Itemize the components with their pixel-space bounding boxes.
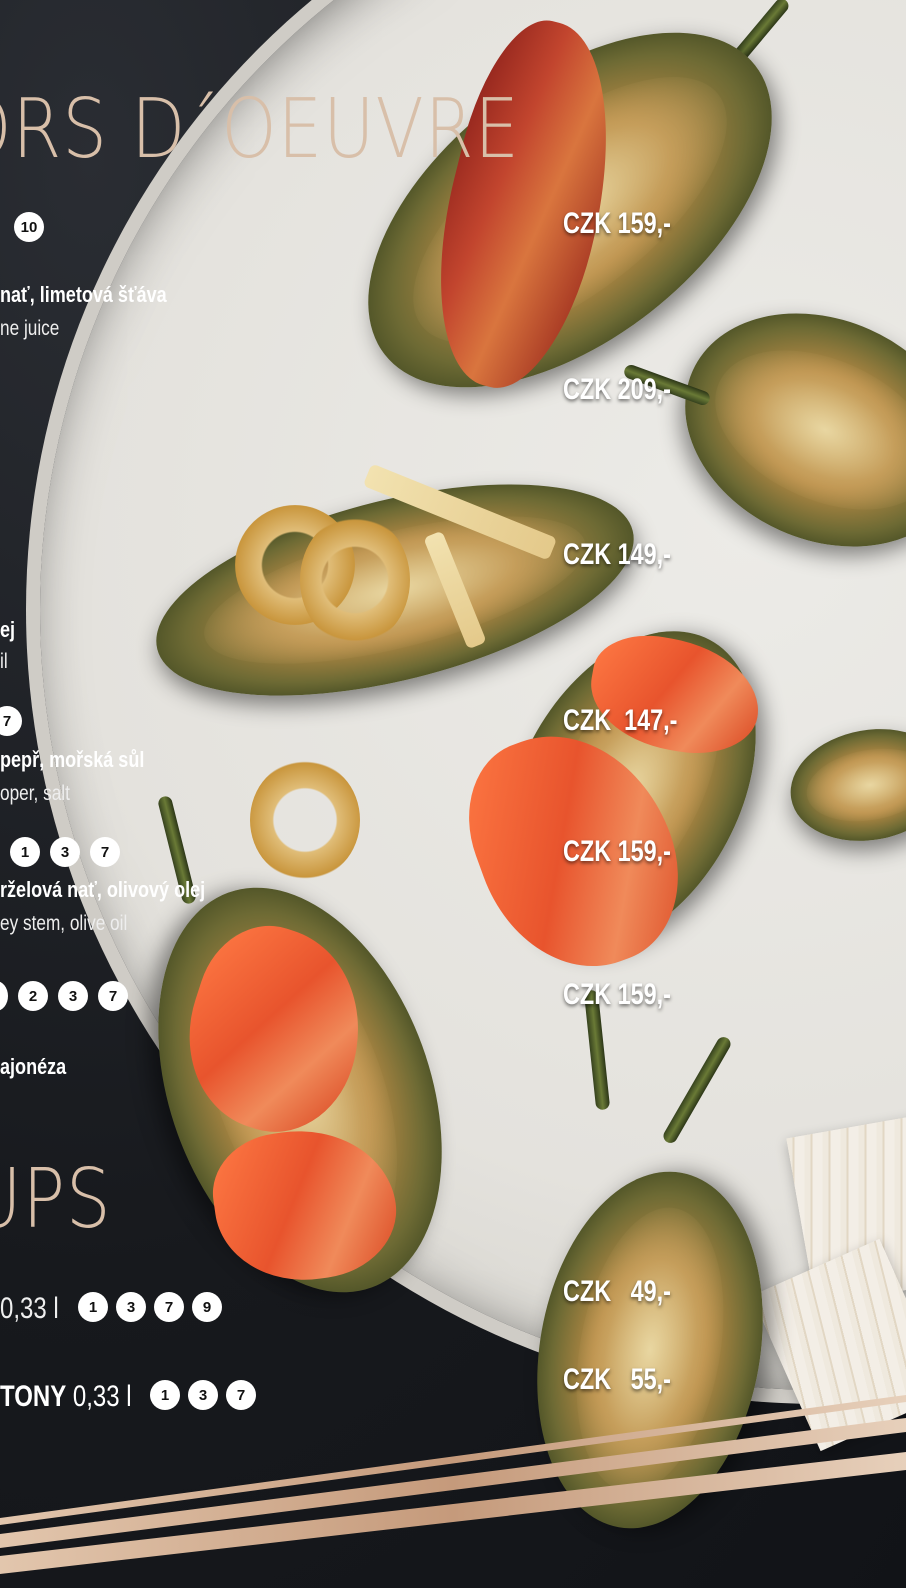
allergen-badge: 10 [14,212,44,242]
allergen-badge: 7 [226,1380,256,1410]
allergen-badges: 10 [14,212,44,242]
allergen-badges: 1 3 7 9 [78,1292,222,1322]
section-title-hors-doeuvre: ORS D´OEUVRE [0,82,520,177]
soup-name-text: TONY [0,1380,67,1413]
price-label: CZK 159,- [563,978,671,1011]
allergen-badge: 7 [0,706,22,736]
allergen-badge: 7 [154,1292,184,1322]
price-label: CZK 147,- [563,704,678,737]
item-description-cz: rželová nať, olivový olej [0,877,206,902]
price-label: CZK 149,- [563,538,671,571]
soup-size-value: 0,33 l [0,1292,59,1325]
item-description-cz: ajonéza [0,1054,67,1079]
price-label: CZK 159,- [563,835,671,868]
item-description-en: oper, salt [0,782,70,805]
allergen-badges: 1 3 7 [150,1380,256,1410]
allergen-badge: 1 [10,837,40,867]
allergen-badges: 2 3 7 [0,981,128,1011]
allergen-badge: 7 [90,837,120,867]
soup-name: TONY 0,33 l [0,1380,132,1414]
allergen-badge: 1 [150,1380,180,1410]
allergen-badge: 3 [50,837,80,867]
item-description-en: il [0,650,8,673]
item-description-cz: nať, limetová šťáva [0,282,167,307]
item-description-en: ey stem, olive oil [0,912,128,935]
price-label: CZK 209,- [563,373,671,406]
soup-size: 0,33 l [0,1292,59,1326]
price-label: CZK 49,- [563,1275,671,1308]
allergen-badge: 1 [78,1292,108,1322]
item-description-en: ne juice [0,317,60,340]
menu-page: ORS D´OEUVRE UPS 10 nať, limetová šťáva … [0,0,906,1588]
price-label: CZK 159,- [563,207,671,240]
allergen-badge: 2 [18,981,48,1011]
allergen-badge: 9 [192,1292,222,1322]
item-description-cz: ej [0,617,16,642]
item-description-cz: pepř, mořská sůl [0,747,145,772]
allergen-badges: 7 [0,706,22,736]
section-title-soups: UPS [0,1152,112,1247]
allergen-badge-partial [0,981,8,1011]
allergen-badge: 7 [98,981,128,1011]
allergen-badges: 1 3 7 [10,837,120,867]
price-label: CZK 55,- [563,1363,671,1396]
allergen-badge: 3 [116,1292,146,1322]
allergen-badge: 3 [58,981,88,1011]
soup-size-value: 0,33 l [72,1380,132,1413]
allergen-badge: 3 [188,1380,218,1410]
